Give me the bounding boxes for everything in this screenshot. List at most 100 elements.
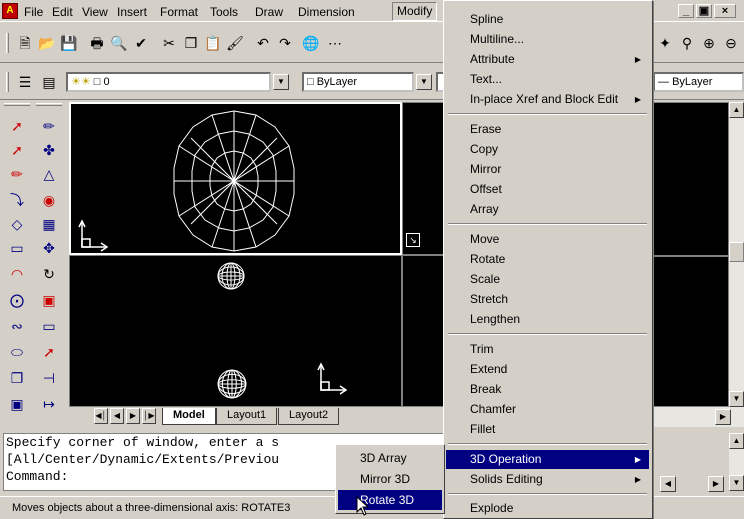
command-scroll-up-icon[interactable]: ▲ [729,433,744,449]
make-object-layer-current-icon[interactable]: ▤ [38,71,60,93]
line-icon[interactable]: ➚ [6,115,28,137]
scroll-down-icon[interactable]: ▼ [729,391,744,407]
menu-item-offset[interactable]: Offset [446,180,649,199]
redo-icon[interactable]: ↷ [274,32,296,54]
menu-insert[interactable]: Insert [117,4,147,20]
array-icon[interactable]: ▦ [38,213,60,235]
toolbar-grip[interactable] [6,72,9,92]
layer-dropdown-arrow-icon[interactable]: ▼ [273,74,289,90]
layer-manager-icon[interactable]: ☰ [14,71,36,93]
mirror-icon[interactable]: △ [38,163,60,185]
tab-model[interactable]: Model [162,408,216,425]
stretch-icon[interactable]: ▭ [38,315,60,337]
polygon-icon[interactable]: ⤵ [6,189,28,211]
menu-dimension[interactable]: Dimension [298,4,355,20]
spline-icon[interactable]: ∾ [6,315,28,337]
break-icon[interactable]: ↦ [38,393,60,415]
menu-view[interactable]: View [82,4,108,20]
menu-edit[interactable]: Edit [52,4,73,20]
command-scroll-left-icon[interactable]: ◀ [660,476,676,492]
extend-icon[interactable]: ⊣ [38,367,60,389]
submenu-item-rotate-3d[interactable]: Rotate 3D [338,490,442,510]
erase-icon[interactable]: ✏ [38,115,60,137]
point-icon[interactable]: ▣ [6,393,28,415]
tab-layout1[interactable]: Layout1 [216,408,278,425]
tab-first-icon[interactable]: ◀│ [94,408,108,424]
tab-last-icon[interactable]: │▶ [142,408,156,424]
menu-modify[interactable]: Modify [392,2,438,21]
menu-item-break[interactable]: Break [446,380,649,399]
open-icon[interactable]: 📂 [36,32,58,54]
trim-icon[interactable]: ➚ [38,341,60,363]
scale-icon[interactable]: ▣ [38,289,60,311]
submenu-item-3d-array[interactable]: 3D Array [338,448,442,468]
menu-item-solids-editing[interactable]: Solids Editing ▶ [446,470,649,489]
minimize-icon[interactable]: _ [678,4,694,18]
menu-item-explode[interactable]: Explode [446,499,649,518]
new-icon[interactable]: 🗎 [14,32,36,54]
offset-icon[interactable]: ◉ [38,189,60,211]
restore-icon[interactable]: ▣ [696,4,712,18]
tab-prev-icon[interactable]: ◀ [110,408,124,424]
menu-draw[interactable]: Draw [255,4,283,20]
toolbar-grip[interactable] [36,103,62,106]
hyperlink-icon[interactable]: 🌐 [300,32,322,54]
insert-block-icon[interactable]: ❐ [6,367,28,389]
menu-item-attribute[interactable]: Attribute ▶ [446,50,649,69]
menu-item-3d-operation[interactable]: 3D Operation ▶ [446,450,649,469]
match-properties-icon[interactable]: 🖌 [224,32,246,54]
lineweight-control-dropdown[interactable]: — ByLayer [653,72,744,92]
polyline-icon[interactable]: ✏ [6,163,28,185]
menu-item-erase[interactable]: Erase [446,120,649,139]
menu-item-spline[interactable]: Spline [446,10,649,29]
menu-item-trim[interactable]: Trim [446,340,649,359]
menu-format[interactable]: Format [160,4,198,20]
menu-tools[interactable]: Tools [210,4,238,20]
save-icon[interactable]: 💾 [58,32,80,54]
menu-item-mirror[interactable]: Mirror [446,160,649,179]
menu-file[interactable]: File [24,4,43,20]
menu-item-move[interactable]: Move [446,230,649,249]
revision-cloud-icon[interactable]: ⨀ [6,289,28,311]
rotate-icon[interactable]: ↻ [38,263,60,285]
menu-item-lengthen[interactable]: Lengthen [446,310,649,329]
construction-line-icon[interactable]: ➚ [6,139,28,161]
scroll-right-icon[interactable]: ▶ [715,409,731,425]
menu-item-rotate[interactable]: Rotate [446,250,649,269]
print-preview-icon[interactable]: 🔍 [108,32,130,54]
spell-check-icon[interactable]: ✔ [130,32,152,54]
autocad-app-icon[interactable]: A [2,3,18,19]
menu-item-stretch[interactable]: Stretch [446,290,649,309]
layer-dropdown[interactable]: ☀☀ □ 0 [66,72,271,92]
arc-icon[interactable]: ▭ [6,237,28,259]
move-icon[interactable]: ✥ [38,237,60,259]
tab-next-icon[interactable]: ▶ [126,408,140,424]
menu-item-inplace-xref[interactable]: In-place Xref and Block Edit ▶ [446,90,649,109]
menu-item-scale[interactable]: Scale [446,270,649,289]
menu-item-extend[interactable]: Extend [446,360,649,379]
scroll-thumb[interactable] [729,242,744,262]
command-scrollbar[interactable]: ▲ ▼ [729,433,744,491]
menu-item-chamfer[interactable]: Chamfer [446,400,649,419]
toolbar-grip[interactable] [4,103,30,106]
close-icon[interactable]: × [714,4,736,18]
horizontal-scrollbar[interactable]: ▶ [653,407,744,427]
color-control-dropdown[interactable]: □ ByLayer [302,72,414,92]
zoom-window-icon[interactable]: ⊕ [698,32,720,54]
paste-icon[interactable]: 📋 [202,32,224,54]
color-dropdown-arrow-icon[interactable]: ▼ [416,74,432,90]
menu-item-fillet[interactable]: Fillet [446,420,649,439]
pan-icon[interactable]: ✦ [654,32,676,54]
viewport-top-left[interactable] [69,102,417,255]
tab-layout2[interactable]: Layout2 [278,408,340,425]
toolbar-grip[interactable] [6,33,9,53]
vertical-scrollbar[interactable]: ▲ ▼ [729,102,744,407]
cut-icon[interactable]: ✂ [158,32,180,54]
zoom-realtime-icon[interactable]: ⚲ [676,32,698,54]
circle-icon[interactable]: ◠ [6,263,28,285]
ellipse-icon[interactable]: ⬭ [6,341,28,363]
viewport-bottom-right[interactable] [402,255,444,407]
menu-item-multiline[interactable]: Multiline... [446,30,649,49]
print-icon[interactable]: 🖶 [86,32,108,54]
command-scroll-down-icon[interactable]: ▼ [729,475,744,491]
